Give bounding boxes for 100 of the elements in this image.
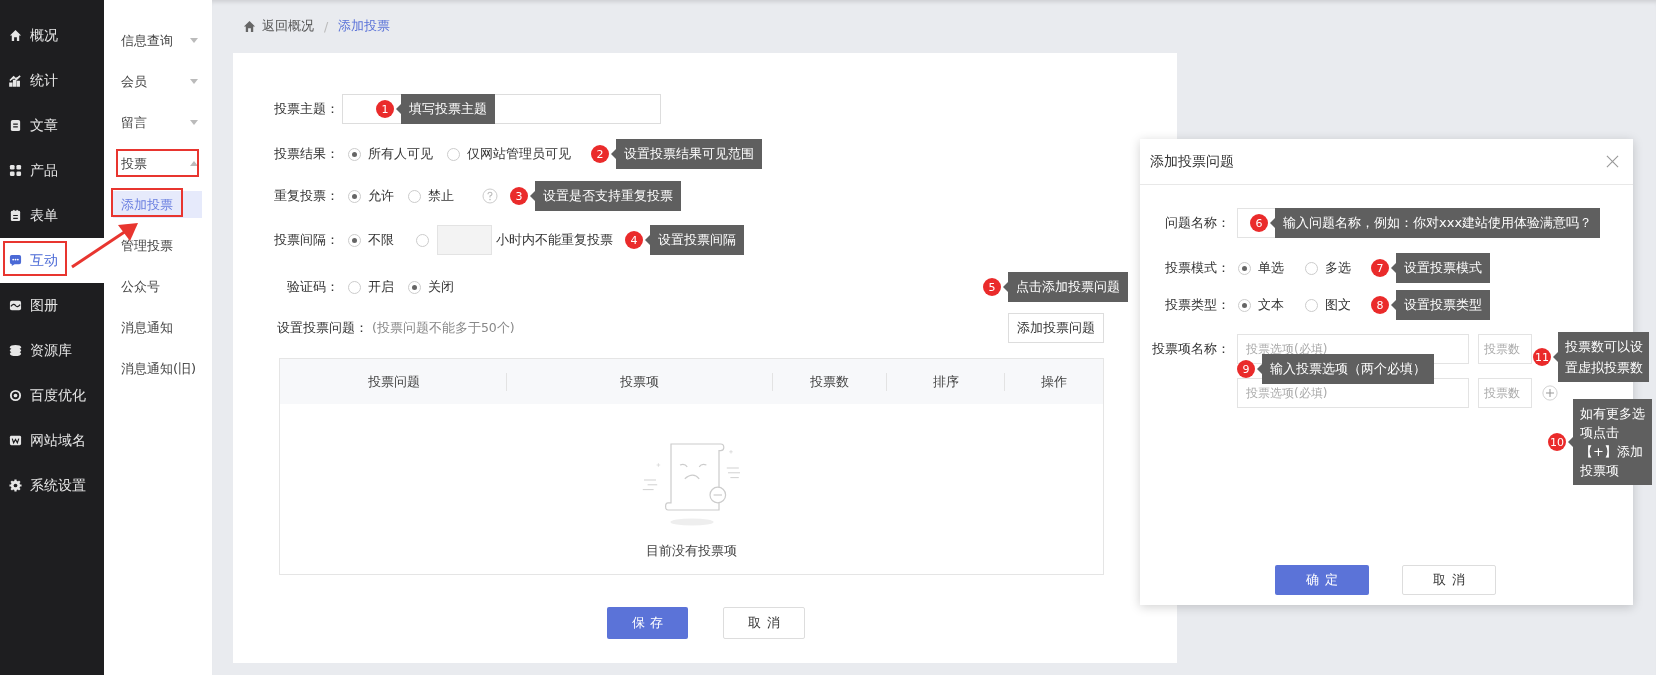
- callout-number: 1: [376, 100, 394, 118]
- empty-message: 目前没有投票项: [646, 542, 737, 560]
- callout-tooltip: 输入问题名称，例如：你对xxx建站使用体验满意吗？: [1270, 208, 1601, 238]
- field-label: 投票结果：: [273, 145, 339, 163]
- field-label: 设置投票问题：: [277, 319, 368, 337]
- column-header: 投票数: [772, 372, 886, 391]
- dialog-title: 添加投票问题: [1150, 152, 1234, 171]
- chat-icon: [9, 254, 22, 267]
- field-suffix: 小时内不能重复投票: [496, 231, 613, 249]
- radio-button[interactable]: [348, 280, 361, 294]
- radio-button[interactable]: [1305, 261, 1318, 275]
- home-icon: [243, 20, 256, 33]
- radio-button[interactable]: [447, 147, 460, 161]
- submenu-item[interactable]: 留言: [113, 109, 202, 136]
- radio-button[interactable]: [1305, 298, 1318, 312]
- add-question-button[interactable]: 添加投票问题: [1008, 313, 1104, 343]
- callout-number: 6: [1250, 214, 1268, 232]
- radio-button[interactable]: [408, 280, 421, 294]
- radio-label: 仅网站管理员可见: [467, 145, 571, 163]
- radio-label: 文本: [1258, 296, 1284, 314]
- field-label: 重复投票：: [273, 187, 339, 205]
- sidebar-item[interactable]: 互动: [0, 238, 104, 283]
- submenu-item[interactable]: 管理投票: [113, 232, 202, 259]
- count-input[interactable]: 投票数: [1478, 334, 1532, 364]
- cancel-button[interactable]: 取消: [1402, 565, 1496, 595]
- column-header: 投票项: [506, 372, 772, 391]
- cancel-button[interactable]: 取消: [723, 607, 805, 639]
- document-icon: [9, 119, 22, 132]
- picture-icon: [9, 299, 22, 312]
- add-icon[interactable]: [1542, 385, 1558, 401]
- radio-label: 关闭: [428, 278, 454, 296]
- help-icon[interactable]: [482, 188, 498, 204]
- confirm-button[interactable]: 确定: [1275, 565, 1369, 595]
- radio-label: 所有人可见: [368, 145, 433, 163]
- radio-button[interactable]: [1238, 261, 1251, 275]
- field-label: 投票主题：: [273, 100, 339, 118]
- input-field[interactable]: [437, 225, 492, 255]
- callout-tooltip: 设置是否支持重复投票: [530, 181, 681, 211]
- field-label: 验证码：: [286, 278, 339, 296]
- field-label: 投票间隔：: [273, 231, 339, 249]
- database-icon: [9, 344, 22, 357]
- highlight-frame: [3, 241, 67, 276]
- column-header: 操作: [1004, 372, 1103, 391]
- callout-number: 11: [1533, 348, 1551, 366]
- field-label: 投票项名称：: [1151, 340, 1230, 358]
- callout-tooltip: 投票数可以设置虚拟投票数: [1553, 332, 1649, 382]
- callout-tooltip: 如有更多选项点击【+】添加投票项: [1568, 399, 1652, 485]
- radio-label: 图文: [1325, 296, 1351, 314]
- submenu-item[interactable]: 公众号: [113, 273, 202, 300]
- submenu-item[interactable]: 信息查询: [113, 27, 202, 54]
- callout-tooltip: 设置投票模式: [1391, 253, 1490, 283]
- radio-button[interactable]: [408, 189, 421, 203]
- radio-button[interactable]: [1238, 298, 1251, 312]
- callout-number: 7: [1371, 259, 1389, 277]
- submenu-item[interactable]: 消息通知: [113, 314, 202, 341]
- callout-tooltip: 设置投票结果可见范围: [611, 139, 762, 169]
- field-label: 问题名称：: [1164, 214, 1230, 232]
- option-input[interactable]: 投票选项(必填): [1237, 378, 1469, 408]
- save-button[interactable]: 保存: [607, 607, 688, 639]
- submenu-item[interactable]: 会员: [113, 68, 202, 95]
- callout-tooltip: 设置投票间隔: [645, 225, 744, 255]
- callout-number: 8: [1371, 296, 1389, 314]
- home-icon: [9, 29, 22, 42]
- input-field[interactable]: 1 填写投票主题: [342, 94, 661, 124]
- radio-button[interactable]: [348, 233, 361, 247]
- radio-button[interactable]: [416, 233, 429, 247]
- settings-icon: [9, 479, 22, 492]
- radio-button[interactable]: [348, 189, 361, 203]
- callout-tooltip: 输入投票选项（两个必填）: [1257, 354, 1434, 384]
- radio-button[interactable]: [348, 147, 361, 161]
- count-input[interactable]: 投票数: [1478, 378, 1532, 408]
- submenu-item[interactable]: 消息通知(旧): [113, 355, 202, 382]
- column-header: 投票问题: [366, 372, 421, 391]
- column-header: 排序: [886, 372, 1004, 391]
- highlight-frame: [111, 188, 183, 217]
- callout-tooltip: 点击添加投票问题: [1003, 272, 1128, 302]
- field-label: 投票模式：: [1164, 259, 1230, 277]
- submenu-item[interactable]: 投票: [113, 150, 202, 177]
- clipboard-icon: [9, 209, 22, 222]
- chart-icon: [9, 74, 22, 87]
- close-icon[interactable]: [1606, 155, 1619, 168]
- field-label: 投票类型：: [1164, 296, 1230, 314]
- ring-icon: [9, 389, 22, 402]
- callout-number: 9: [1237, 360, 1255, 378]
- radio-label: 不限: [368, 231, 394, 249]
- radio-label: 允许: [368, 187, 394, 205]
- grid-icon: [9, 164, 22, 177]
- callout-number: 3: [510, 187, 528, 205]
- hint-text: (投票问题不能多于50个): [372, 319, 515, 337]
- radio-label: 单选: [1258, 259, 1284, 277]
- breadcrumb-separator: /: [324, 19, 329, 34]
- callout-tooltip: 设置投票类型: [1391, 290, 1490, 320]
- radio-label: 开启: [368, 278, 394, 296]
- breadcrumb-link[interactable]: 返回概况: [262, 18, 314, 35]
- radio-label: 禁止: [428, 187, 454, 205]
- callout-number: 5: [983, 278, 1001, 296]
- zigzag-badge-icon: [9, 434, 22, 447]
- callout-tooltip: 填写投票主题: [396, 94, 495, 124]
- callout-number: 2: [591, 145, 609, 163]
- callout-number: 10: [1548, 433, 1566, 451]
